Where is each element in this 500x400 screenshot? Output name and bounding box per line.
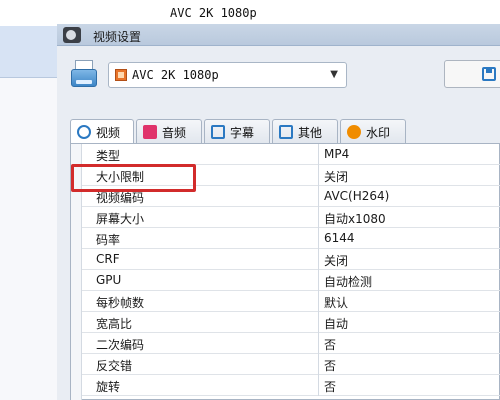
property-row[interactable]: CRF 关闭: [82, 249, 500, 270]
property-row[interactable]: 宽高比 自动: [82, 312, 500, 333]
property-value[interactable]: 自动检测: [324, 273, 372, 290]
video-file-icon: [115, 69, 127, 81]
property-row[interactable]: 反交错 否: [82, 354, 500, 375]
property-name: 反交错: [96, 359, 133, 373]
property-name: 屏幕大小: [96, 212, 145, 226]
property-name: 旋转: [96, 380, 121, 394]
tab-subtitle[interactable]: 字幕: [204, 119, 270, 143]
property-row[interactable]: 旋转 否: [82, 375, 500, 396]
tab-watermark[interactable]: 水印: [340, 119, 406, 143]
highlight-box: [71, 164, 196, 192]
property-name: 码率: [96, 233, 121, 247]
preset-value: AVC 2K 1080p: [132, 68, 219, 82]
property-value[interactable]: 关闭: [324, 168, 348, 185]
save-preset-button[interactable]: [444, 60, 500, 88]
background-title: AVC 2K 1080p: [170, 6, 257, 20]
dialog-title: 视频设置: [93, 30, 142, 44]
property-value[interactable]: 关闭: [324, 252, 348, 269]
property-value[interactable]: 否: [324, 357, 336, 374]
settings-icon: [279, 125, 293, 139]
property-row[interactable]: 每秒帧数 默认: [82, 291, 500, 312]
app-icon: [63, 27, 81, 43]
property-name: 宽高比: [96, 317, 133, 331]
property-row[interactable]: 二次编码 否: [82, 333, 500, 354]
tab-other[interactable]: 其他: [272, 119, 338, 143]
property-name: 类型: [96, 149, 121, 163]
property-value[interactable]: 6144: [324, 231, 355, 245]
property-value[interactable]: 否: [324, 336, 336, 353]
subtitle-icon: [211, 125, 225, 139]
property-value[interactable]: 自动: [324, 315, 348, 332]
property-row[interactable]: GPU 自动检测: [82, 270, 500, 291]
property-row[interactable]: 类型 MP4: [82, 144, 500, 165]
property-name: 二次编码: [96, 338, 145, 352]
property-value[interactable]: 默认: [324, 294, 348, 311]
property-value[interactable]: 自动x1080: [324, 210, 386, 227]
save-icon: [482, 67, 496, 81]
printer-icon: [71, 60, 97, 90]
video-settings-dialog: 视频设置 AVC 2K 1080p ▼ 视频 音频 字幕 其他 水印 类型 MP…: [57, 24, 500, 400]
property-value[interactable]: MP4: [324, 147, 349, 161]
background-topbar: AVC 2K 1080p: [0, 0, 500, 26]
background-left-panel: [0, 26, 57, 400]
background-selected-band: [0, 26, 57, 78]
video-icon: [77, 125, 91, 139]
property-name: CRF: [96, 252, 120, 266]
music-icon: [143, 125, 157, 139]
property-value[interactable]: 否: [324, 378, 336, 395]
property-row[interactable]: 屏幕大小 自动x1080: [82, 207, 500, 228]
property-row[interactable]: 码率 6144: [82, 228, 500, 249]
dialog-titlebar[interactable]: 视频设置: [57, 24, 500, 46]
chevron-down-icon[interactable]: ▼: [330, 69, 338, 80]
tab-video[interactable]: 视频: [70, 119, 134, 145]
property-value[interactable]: AVC(H264): [324, 189, 389, 203]
new-badge-icon: [347, 125, 361, 139]
preset-dropdown[interactable]: AVC 2K 1080p ▼: [108, 62, 347, 88]
tab-audio[interactable]: 音频: [136, 119, 202, 143]
property-name: 每秒帧数: [96, 296, 145, 310]
property-name: GPU: [96, 273, 122, 287]
